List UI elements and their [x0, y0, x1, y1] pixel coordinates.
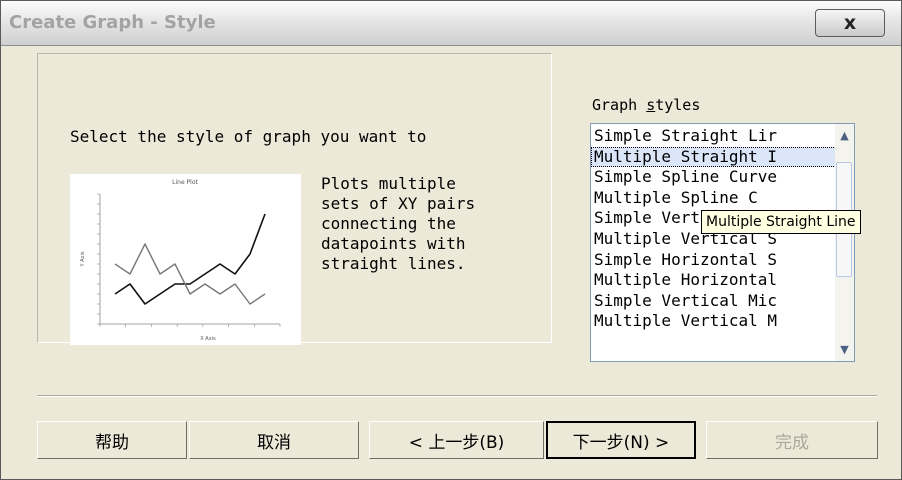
- description-line: Plots multiple: [321, 174, 456, 193]
- list-item-multiple-vertical-mid[interactable]: Multiple Vertical M: [591, 311, 836, 332]
- back-button[interactable]: < 上一步(B): [369, 421, 544, 459]
- preview-x-label: X Axis: [200, 336, 216, 342]
- scroll-down-arrow-icon[interactable]: ▼: [835, 340, 854, 359]
- window-title: Create Graph - Style: [9, 12, 216, 33]
- description-line: sets of XY pairs: [321, 194, 476, 213]
- cancel-button[interactable]: 取消: [189, 421, 359, 459]
- preview-title: Line Plot: [172, 179, 198, 186]
- graph-preview: Line Plot X Axis Y Axis: [70, 174, 301, 345]
- label-part: tyles: [655, 96, 701, 114]
- create-graph-style-dialog: Create Graph - Style x Select the style …: [0, 0, 902, 480]
- description-line: datapoints with: [321, 234, 466, 253]
- label-part: Graph: [592, 96, 647, 114]
- instruction-text: Select the style of graph you want to: [70, 127, 427, 146]
- preview-y-label: Y Axis: [80, 251, 86, 267]
- list-item-multiple-straight-line[interactable]: Multiple Straight I: [591, 146, 836, 168]
- list-item-simple-vertical-mid[interactable]: Simple Vertical Mic: [591, 291, 836, 312]
- preview-chart: Line Plot X Axis Y Axis: [80, 179, 281, 342]
- list-item-simple-horizontal-step[interactable]: Simple Horizontal S: [591, 250, 836, 271]
- title-bar[interactable]: Create Graph - Style x: [1, 1, 901, 46]
- scroll-up-arrow-icon[interactable]: ▲: [835, 126, 854, 145]
- list-item-simple-straight-line[interactable]: Simple Straight Lir: [591, 126, 836, 147]
- list-item-simple-spline-curve[interactable]: Simple Spline Curve: [591, 167, 836, 188]
- graph-styles-label: Graph styles: [592, 96, 700, 114]
- listbox-scrollbar[interactable]: ▲ ▼: [835, 124, 854, 361]
- button-separator: [37, 395, 877, 397]
- preview-axes: [97, 193, 281, 327]
- list-item-tooltip: Multiple Straight Line: [701, 210, 861, 234]
- description-line: straight lines.: [321, 254, 466, 273]
- style-description: Plots multiple sets of XY pairs connecti…: [321, 174, 541, 274]
- next-button[interactable]: 下一步(N) >: [546, 421, 696, 459]
- list-item-multiple-horizontal[interactable]: Multiple Horizontal: [591, 270, 836, 291]
- graph-styles-listbox[interactable]: Simple Straight Lir Multiple Straight I …: [590, 123, 855, 362]
- label-mnemonic: s: [646, 96, 656, 114]
- preview-series: [114, 213, 266, 305]
- close-button[interactable]: x: [815, 9, 885, 37]
- finish-button[interactable]: 完成: [706, 421, 878, 459]
- help-button[interactable]: 帮助: [37, 421, 187, 459]
- close-icon: x: [843, 12, 857, 34]
- list-item-multiple-spline-curve[interactable]: Multiple Spline C: [591, 188, 836, 209]
- description-line: connecting the: [321, 214, 456, 233]
